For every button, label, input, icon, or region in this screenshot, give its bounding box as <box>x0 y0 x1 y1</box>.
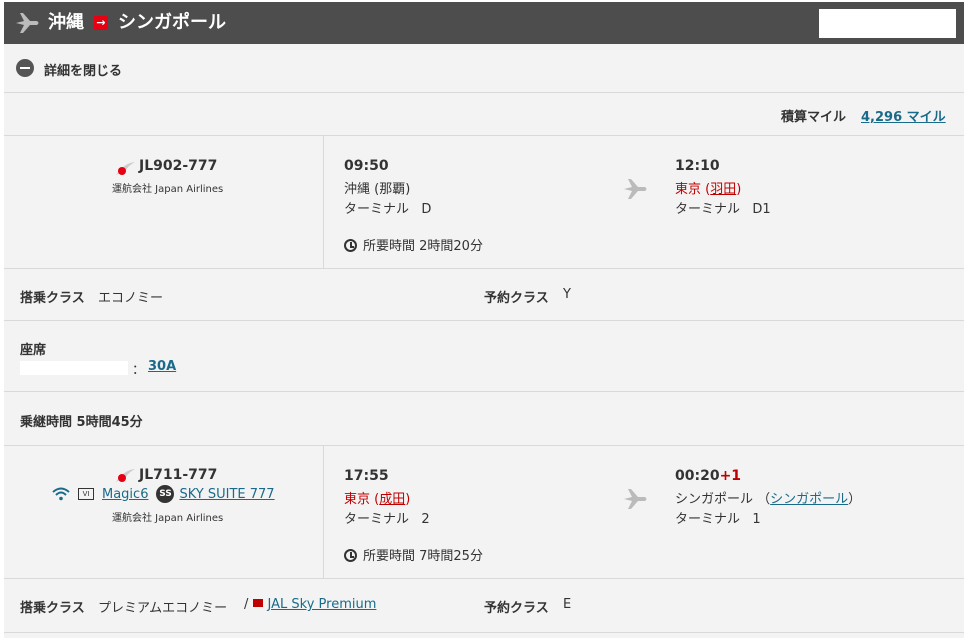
flight-info-1: JL902-777 運航会社 Japan Airlines <box>4 136 324 268</box>
class-row-2: 搭乗クラス プレミアムエコノミー / JAL Sky Premium 予約クラス… <box>4 579 964 633</box>
redacted-passenger <box>20 361 128 375</box>
class-row-1: 搭乗クラス エコノミー 予約クラス Y <box>4 269 964 321</box>
operator: 運航会社 Japan Airlines <box>112 513 224 524</box>
operator: 運航会社 Japan Airlines <box>112 184 224 195</box>
jal-crane-icon <box>116 469 135 482</box>
destination-city: シンガポール <box>118 12 226 33</box>
miles-row: 積算マイル 4,296 マイル <box>4 93 964 136</box>
jal-crane-icon <box>116 162 135 175</box>
booking-class-label: 予約クラス <box>484 601 549 616</box>
arrival-place: 東京 (羽田) <box>675 182 742 197</box>
class-value: エコノミー <box>98 291 164 306</box>
arrival-place: シンガポール （シンガポール） <box>675 492 862 507</box>
flight-segment-2: JL711-777 VI Magic6 SS SKY SUITE 777 運航会… <box>4 446 964 579</box>
departure-airport-link[interactable]: 成田 <box>379 492 405 507</box>
duration: 所要時間 2時間20分 <box>344 235 483 254</box>
flight-number: JL711-777 <box>139 467 218 483</box>
booking-class-value: E <box>563 597 572 612</box>
arrival-airport-link[interactable]: シンガポール <box>770 492 848 507</box>
duration: 所要時間 7時間25分 <box>344 545 483 564</box>
layover-row: 乗継時間 5時間45分 <box>4 392 964 446</box>
arrival-terminal: ターミナル D1 <box>675 202 771 217</box>
monitor-icon: VI <box>78 488 94 500</box>
airplane-icon <box>624 489 647 509</box>
close-details-toggle[interactable]: 詳細を閉じる <box>4 44 964 93</box>
flight-info-2: JL711-777 VI Magic6 SS SKY SUITE 777 運航会… <box>4 446 324 578</box>
departure-terminal: ターミナル D <box>344 202 432 217</box>
departure-place: 東京 (成田) <box>344 492 411 507</box>
layover-time: 乗継時間 5時間45分 <box>20 415 143 430</box>
class-separator: / JAL Sky Premium <box>244 597 377 612</box>
departure-place: 沖縄 (那覇) <box>344 182 411 197</box>
arrival-time: 12:10 <box>675 158 720 174</box>
miles-label: 積算マイル <box>781 110 847 125</box>
class-label: 搭乗クラス <box>20 601 85 616</box>
departure-time: 09:50 <box>344 158 389 174</box>
itinerary-panel: 沖縄 → シンガポール 詳細を閉じる 積算マイル 4,296 マイル JL902… <box>4 2 964 638</box>
minus-circle-icon <box>16 59 34 77</box>
route-header: 沖縄 → シンガポール <box>4 2 964 44</box>
arrival-time: 00:20+1 <box>675 468 742 484</box>
day-offset: +1 <box>719 468 742 484</box>
redacted-box <box>819 9 956 38</box>
booking-class-label: 予約クラス <box>484 291 549 306</box>
arrival-airport-link[interactable]: 羽田 <box>710 182 736 197</box>
clock-icon <box>344 549 357 562</box>
close-details-label: 詳細を閉じる <box>44 64 123 79</box>
origin-city: 沖縄 <box>48 12 84 33</box>
flight-number: JL902-777 <box>139 158 218 174</box>
miles-link[interactable]: 4,296 マイル <box>861 106 946 125</box>
arrow-right-icon: → <box>94 16 108 30</box>
wifi-icon[interactable] <box>52 487 70 501</box>
clock-icon <box>344 239 357 252</box>
seat-label: 座席 <box>20 343 47 358</box>
airplane-icon <box>624 179 647 199</box>
airplane-icon <box>16 13 39 33</box>
departure-time: 17:55 <box>344 468 389 484</box>
flight-segment-1: JL902-777 運航会社 Japan Airlines 09:50 沖縄 (… <box>4 136 964 269</box>
jal-sky-premium-link[interactable]: JAL Sky Premium <box>268 597 377 612</box>
class-label: 搭乗クラス <box>20 291 85 306</box>
seat-row: 座席 ： 30A <box>4 321 964 392</box>
arrival-terminal: ターミナル 1 <box>675 512 761 527</box>
departure-terminal: ターミナル 2 <box>344 512 430 527</box>
sky-suite-link[interactable]: SKY SUITE 777 <box>179 487 274 502</box>
seat-number-link[interactable]: 30A <box>148 359 176 374</box>
seat-sep: ： <box>132 363 146 378</box>
jal-sky-premium-icon <box>252 599 263 607</box>
booking-class-value: Y <box>563 287 571 302</box>
amenities: VI Magic6 SS SKY SUITE 777 <box>52 485 275 503</box>
magic-link[interactable]: Magic6 <box>102 487 148 502</box>
sky-suite-icon: SS <box>156 485 175 503</box>
class-value: プレミアムエコノミー <box>98 601 228 616</box>
